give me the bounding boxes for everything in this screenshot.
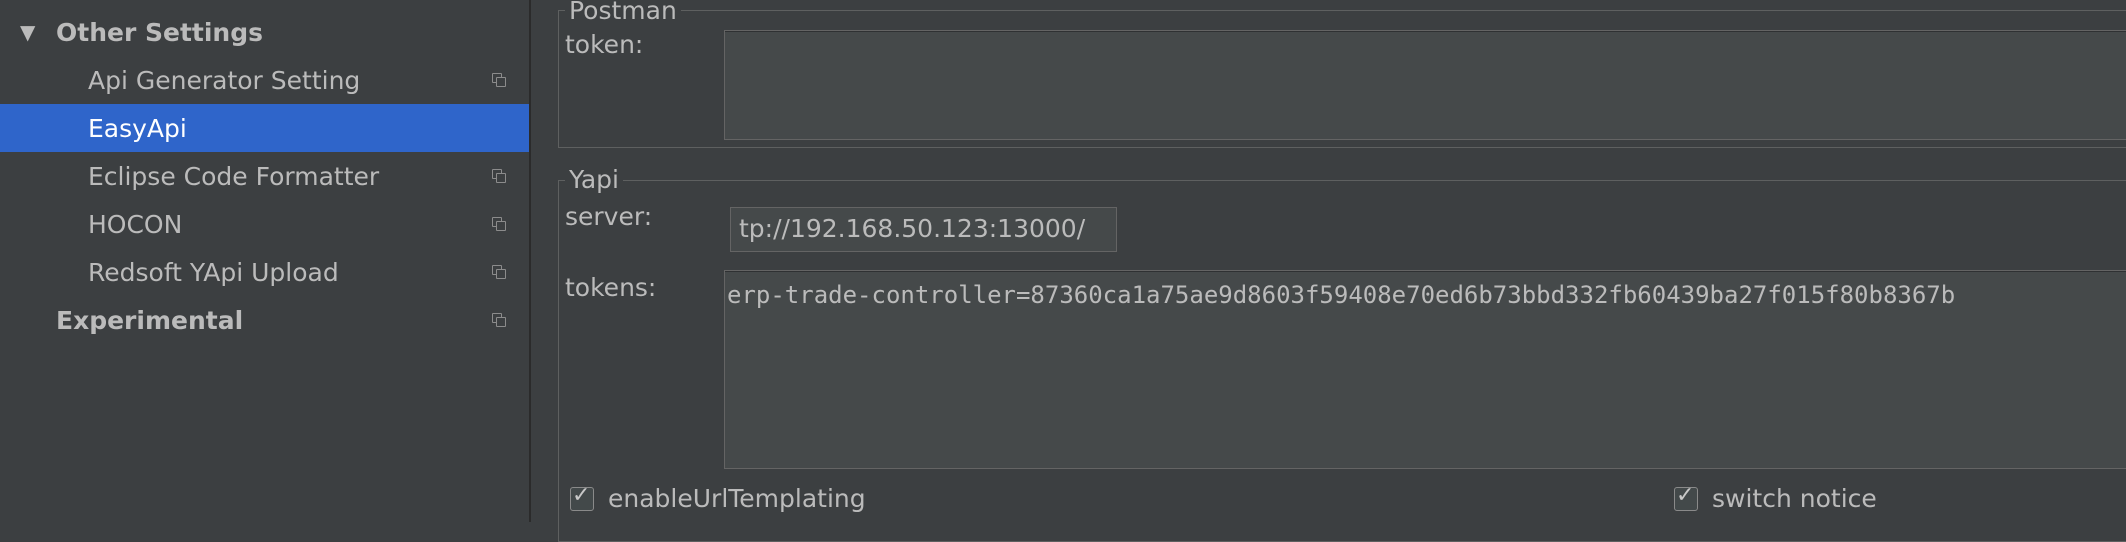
settings-sidebar: ▼ Other Settings Api Generator Setting E…	[0, 0, 529, 522]
postman-token-input[interactable]	[724, 30, 2126, 140]
sidebar-item-experimental[interactable]: Experimental	[0, 296, 529, 344]
yapi-tokens-label: tokens:	[565, 273, 657, 302]
sidebar-item-other-settings[interactable]: ▼ Other Settings	[0, 8, 529, 56]
sidebar-item-label: Eclipse Code Formatter	[88, 161, 380, 191]
sidebar-item-api-generator-setting[interactable]: Api Generator Setting	[0, 56, 529, 104]
enable-url-templating-label[interactable]: enableUrlTemplating	[608, 484, 866, 513]
sidebar-item-label: Api Generator Setting	[88, 65, 361, 95]
project-settings-icon	[492, 73, 506, 87]
yapi-tokens-value: erp-trade-controller=87360ca1a75ae9d8603…	[727, 281, 1956, 309]
yapi-tokens-input[interactable]: erp-trade-controller=87360ca1a75ae9d8603…	[724, 270, 2126, 469]
sidebar-item-label: Experimental	[56, 305, 244, 335]
sidebar-item-easyapi[interactable]: EasyApi	[0, 104, 529, 152]
project-settings-icon	[492, 313, 506, 327]
yapi-server-label: server:	[565, 202, 653, 231]
sidebar-item-eclipse-code-formatter[interactable]: Eclipse Code Formatter	[0, 152, 529, 200]
yapi-group-title: Yapi	[565, 167, 623, 193]
sidebar-item-label: Redsoft YApi Upload	[88, 257, 339, 287]
project-settings-icon	[492, 217, 506, 231]
checkmark-icon: ✓	[572, 482, 591, 508]
postman-token-label: token:	[565, 30, 644, 59]
expand-arrow-icon[interactable]: ▼	[20, 20, 35, 44]
sidebar-item-label: HOCON	[88, 209, 183, 239]
switch-notice-label[interactable]: switch notice	[1712, 484, 1877, 513]
postman-group-title: Postman	[565, 0, 681, 24]
yapi-server-input[interactable]: tp://192.168.50.123:13000/	[730, 207, 1117, 252]
enable-url-templating-checkbox[interactable]: ✓	[570, 483, 594, 511]
project-settings-icon	[492, 169, 506, 183]
switch-notice-option[interactable]: ✓ switch notice	[1674, 483, 1877, 513]
switch-notice-checkbox[interactable]: ✓	[1674, 483, 1698, 511]
sidebar-item-label: EasyApi	[88, 113, 187, 143]
easyapi-settings-panel: Postman token: Yapi server: tp://192.168…	[531, 0, 2126, 542]
sidebar-item-label: Other Settings	[56, 17, 263, 47]
checkmark-icon: ✓	[1676, 482, 1695, 508]
sidebar-item-hocon[interactable]: HOCON	[0, 200, 529, 248]
enable-url-templating-option[interactable]: ✓ enableUrlTemplating	[570, 483, 866, 513]
project-settings-icon	[492, 265, 506, 279]
sidebar-item-redsoft-yapi-upload[interactable]: Redsoft YApi Upload	[0, 248, 529, 296]
